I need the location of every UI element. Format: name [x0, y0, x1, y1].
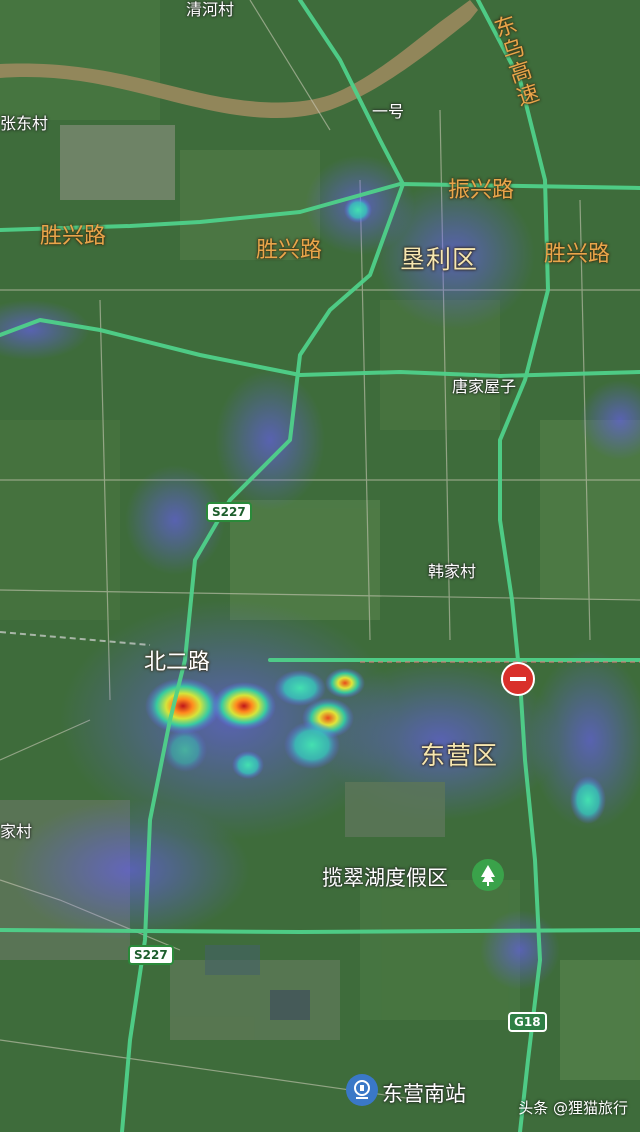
no-entry-icon[interactable]	[501, 662, 535, 696]
kenli-district-label: 垦利区	[400, 245, 479, 274]
g18-shield: G18	[508, 1012, 547, 1032]
tree-park-icon[interactable]	[472, 859, 504, 891]
map-view[interactable]: 清河村 张东村 一号 家村 唐家屋子 韩家村 胜兴路 胜兴路 胜兴路 振兴路 北…	[0, 0, 640, 1132]
train-station-icon[interactable]	[346, 1074, 378, 1106]
s227-shield-bottom: S227	[128, 945, 174, 965]
hanjia-label: 韩家村	[428, 562, 477, 581]
watermark: 头条 @狸猫旅行	[518, 1099, 628, 1117]
beier-road-label: 北二路	[144, 650, 211, 675]
top-village-label: 清河村	[186, 0, 235, 19]
shengxing-road-right-label: 胜兴路	[544, 242, 611, 267]
s227-shield-top: S227	[206, 502, 252, 522]
zhangdong-village-label: 张东村	[0, 114, 49, 133]
yihao-label: 一号	[372, 102, 405, 121]
shengxing-road-left-label: 胜兴路	[40, 224, 107, 249]
zhenxing-road-label: 振兴路	[448, 178, 515, 203]
left-village-label: 家村	[0, 822, 33, 841]
lancui-lake-label[interactable]: 揽翠湖度假区	[322, 862, 448, 892]
shengxing-road-mid-label: 胜兴路	[256, 238, 323, 263]
tangjia-label: 唐家屋子	[452, 377, 517, 396]
south-station-label[interactable]: 东营南站	[382, 1078, 466, 1108]
satellite-base	[0, 0, 640, 1132]
dongying-district-label: 东营区	[420, 741, 499, 770]
